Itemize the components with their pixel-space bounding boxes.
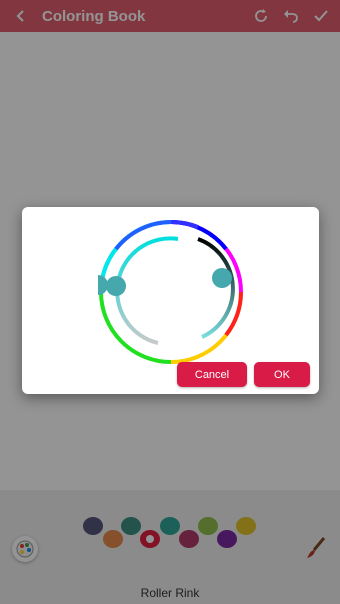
value-handle[interactable] — [212, 268, 232, 288]
cancel-button[interactable]: Cancel — [177, 362, 247, 387]
ok-button[interactable]: OK — [254, 362, 310, 387]
saturation-handle[interactable] — [106, 276, 126, 296]
color-wheel[interactable] — [98, 219, 244, 365]
color-picker-dialog: Cancel OK — [22, 207, 319, 394]
